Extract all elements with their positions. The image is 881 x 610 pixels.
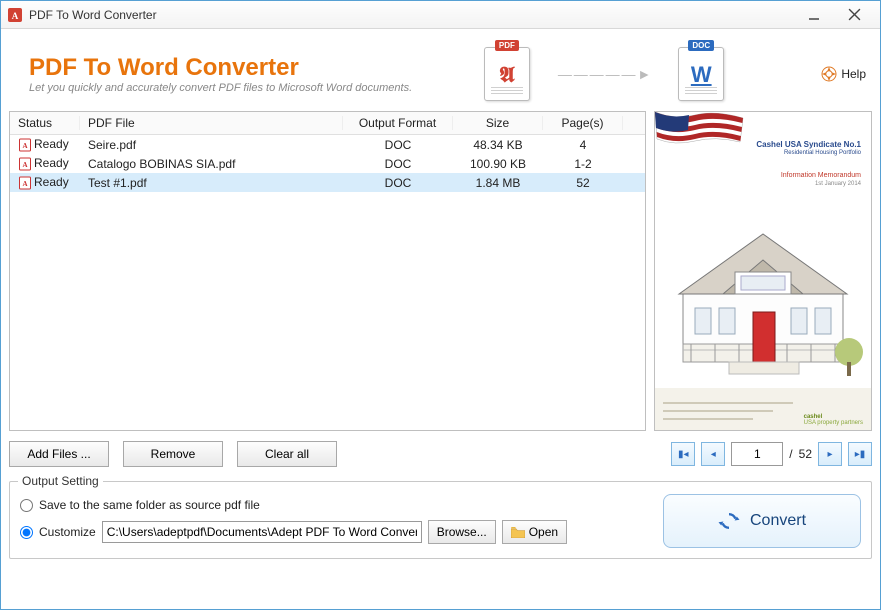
app-window: A PDF To Word Converter PDF To Word Conv…	[0, 0, 881, 610]
customize-option[interactable]: Customize Browse... Open	[20, 520, 567, 544]
help-link[interactable]: Help	[796, 66, 872, 82]
output-setting-group: Output Setting Save to the same folder a…	[9, 481, 872, 559]
same-folder-option[interactable]: Save to the same folder as source pdf fi…	[20, 498, 567, 512]
clear-all-button[interactable]: Clear all	[237, 441, 337, 467]
convert-button[interactable]: Convert	[663, 494, 861, 548]
page-total: 52	[799, 447, 812, 461]
preview-pane: Cashel USA Syndicate No.1 Residential Ho…	[654, 111, 872, 431]
window-title: PDF To Word Converter	[29, 8, 157, 22]
output-legend: Output Setting	[18, 474, 103, 488]
svg-text:A: A	[22, 161, 27, 169]
doc-file-icon: DOC W	[678, 47, 724, 101]
cell-pages: 1-2	[543, 157, 623, 171]
customize-label: Customize	[39, 525, 96, 539]
help-icon	[821, 66, 837, 82]
preview-title: Cashel USA Syndicate No.1	[756, 140, 861, 149]
close-button[interactable]	[834, 5, 874, 25]
preview-house-icon	[663, 202, 863, 382]
table-row[interactable]: AReadyTest #1.pdfDOC1.84 MB52	[10, 173, 645, 192]
folder-icon	[511, 527, 525, 538]
cell-status: AReady	[10, 137, 80, 152]
cell-file: Catalogo BOBINAS SIA.pdf	[80, 157, 343, 171]
help-label: Help	[841, 67, 866, 81]
col-status[interactable]: Status	[10, 116, 80, 130]
col-file[interactable]: PDF File	[80, 116, 343, 130]
same-folder-label: Save to the same folder as source pdf fi…	[39, 498, 260, 512]
svg-text:A: A	[12, 11, 19, 21]
first-page-button[interactable]: ▮◂	[671, 442, 695, 466]
page-sep: /	[789, 447, 792, 461]
cell-size: 100.90 KB	[453, 157, 543, 171]
remove-button[interactable]: Remove	[123, 441, 223, 467]
prev-page-button[interactable]: ◂	[701, 442, 725, 466]
app-subtitle: Let you quickly and accurately convert P…	[29, 82, 412, 94]
table-header: Status PDF File Output Format Size Page(…	[10, 112, 645, 135]
table-row[interactable]: AReadySeire.pdfDOC48.34 KB4	[10, 135, 645, 154]
page-input[interactable]	[731, 442, 783, 466]
cell-pages: 4	[543, 138, 623, 152]
browse-button[interactable]: Browse...	[428, 520, 496, 544]
app-icon: A	[7, 7, 23, 23]
add-files-button[interactable]: Add Files ...	[9, 441, 109, 467]
app-title: PDF To Word Converter	[29, 54, 412, 82]
col-pages[interactable]: Page(s)	[543, 116, 623, 130]
cell-pages: 52	[543, 176, 623, 190]
svg-text:A: A	[22, 142, 27, 150]
cell-file: Test #1.pdf	[80, 176, 343, 190]
cell-format: DOC	[343, 176, 453, 190]
file-list[interactable]: Status PDF File Output Format Size Page(…	[9, 111, 646, 431]
next-page-button[interactable]: ▸	[818, 442, 842, 466]
svg-text:A: A	[22, 180, 27, 188]
preview-info: Information Memorandum	[781, 172, 861, 179]
page-navigator: ▮◂ ◂ / 52 ▸ ▸▮	[671, 442, 872, 466]
col-format[interactable]: Output Format	[343, 116, 453, 130]
preview-footer: cashelUSA property partners	[655, 388, 871, 430]
preview-subtitle: Residential Housing Portfolio	[784, 150, 861, 156]
table-row[interactable]: AReadyCatalogo BOBINAS SIA.pdfDOC100.90 …	[10, 154, 645, 173]
cell-format: DOC	[343, 157, 453, 171]
cell-size: 48.34 KB	[453, 138, 543, 152]
minimize-button[interactable]	[794, 5, 834, 25]
col-size[interactable]: Size	[453, 116, 543, 130]
last-page-button[interactable]: ▸▮	[848, 442, 872, 466]
output-path-input[interactable]	[102, 521, 422, 543]
pdf-file-icon: PDF 𝕬	[484, 47, 530, 101]
cell-size: 1.84 MB	[453, 176, 543, 190]
flag-icon	[655, 112, 745, 170]
refresh-icon	[718, 510, 740, 532]
cell-status: AReady	[10, 175, 80, 190]
arrow-icon: — — — — — ►	[558, 66, 650, 82]
customize-radio[interactable]	[20, 526, 33, 539]
open-button[interactable]: Open	[502, 520, 567, 544]
cell-file: Seire.pdf	[80, 138, 343, 152]
title-bar: A PDF To Word Converter	[1, 1, 880, 29]
header: PDF To Word Converter Let you quickly an…	[9, 36, 872, 111]
cell-status: AReady	[10, 156, 80, 171]
preview-date: 1st January 2014	[815, 181, 861, 187]
same-folder-radio[interactable]	[20, 499, 33, 512]
cell-format: DOC	[343, 138, 453, 152]
